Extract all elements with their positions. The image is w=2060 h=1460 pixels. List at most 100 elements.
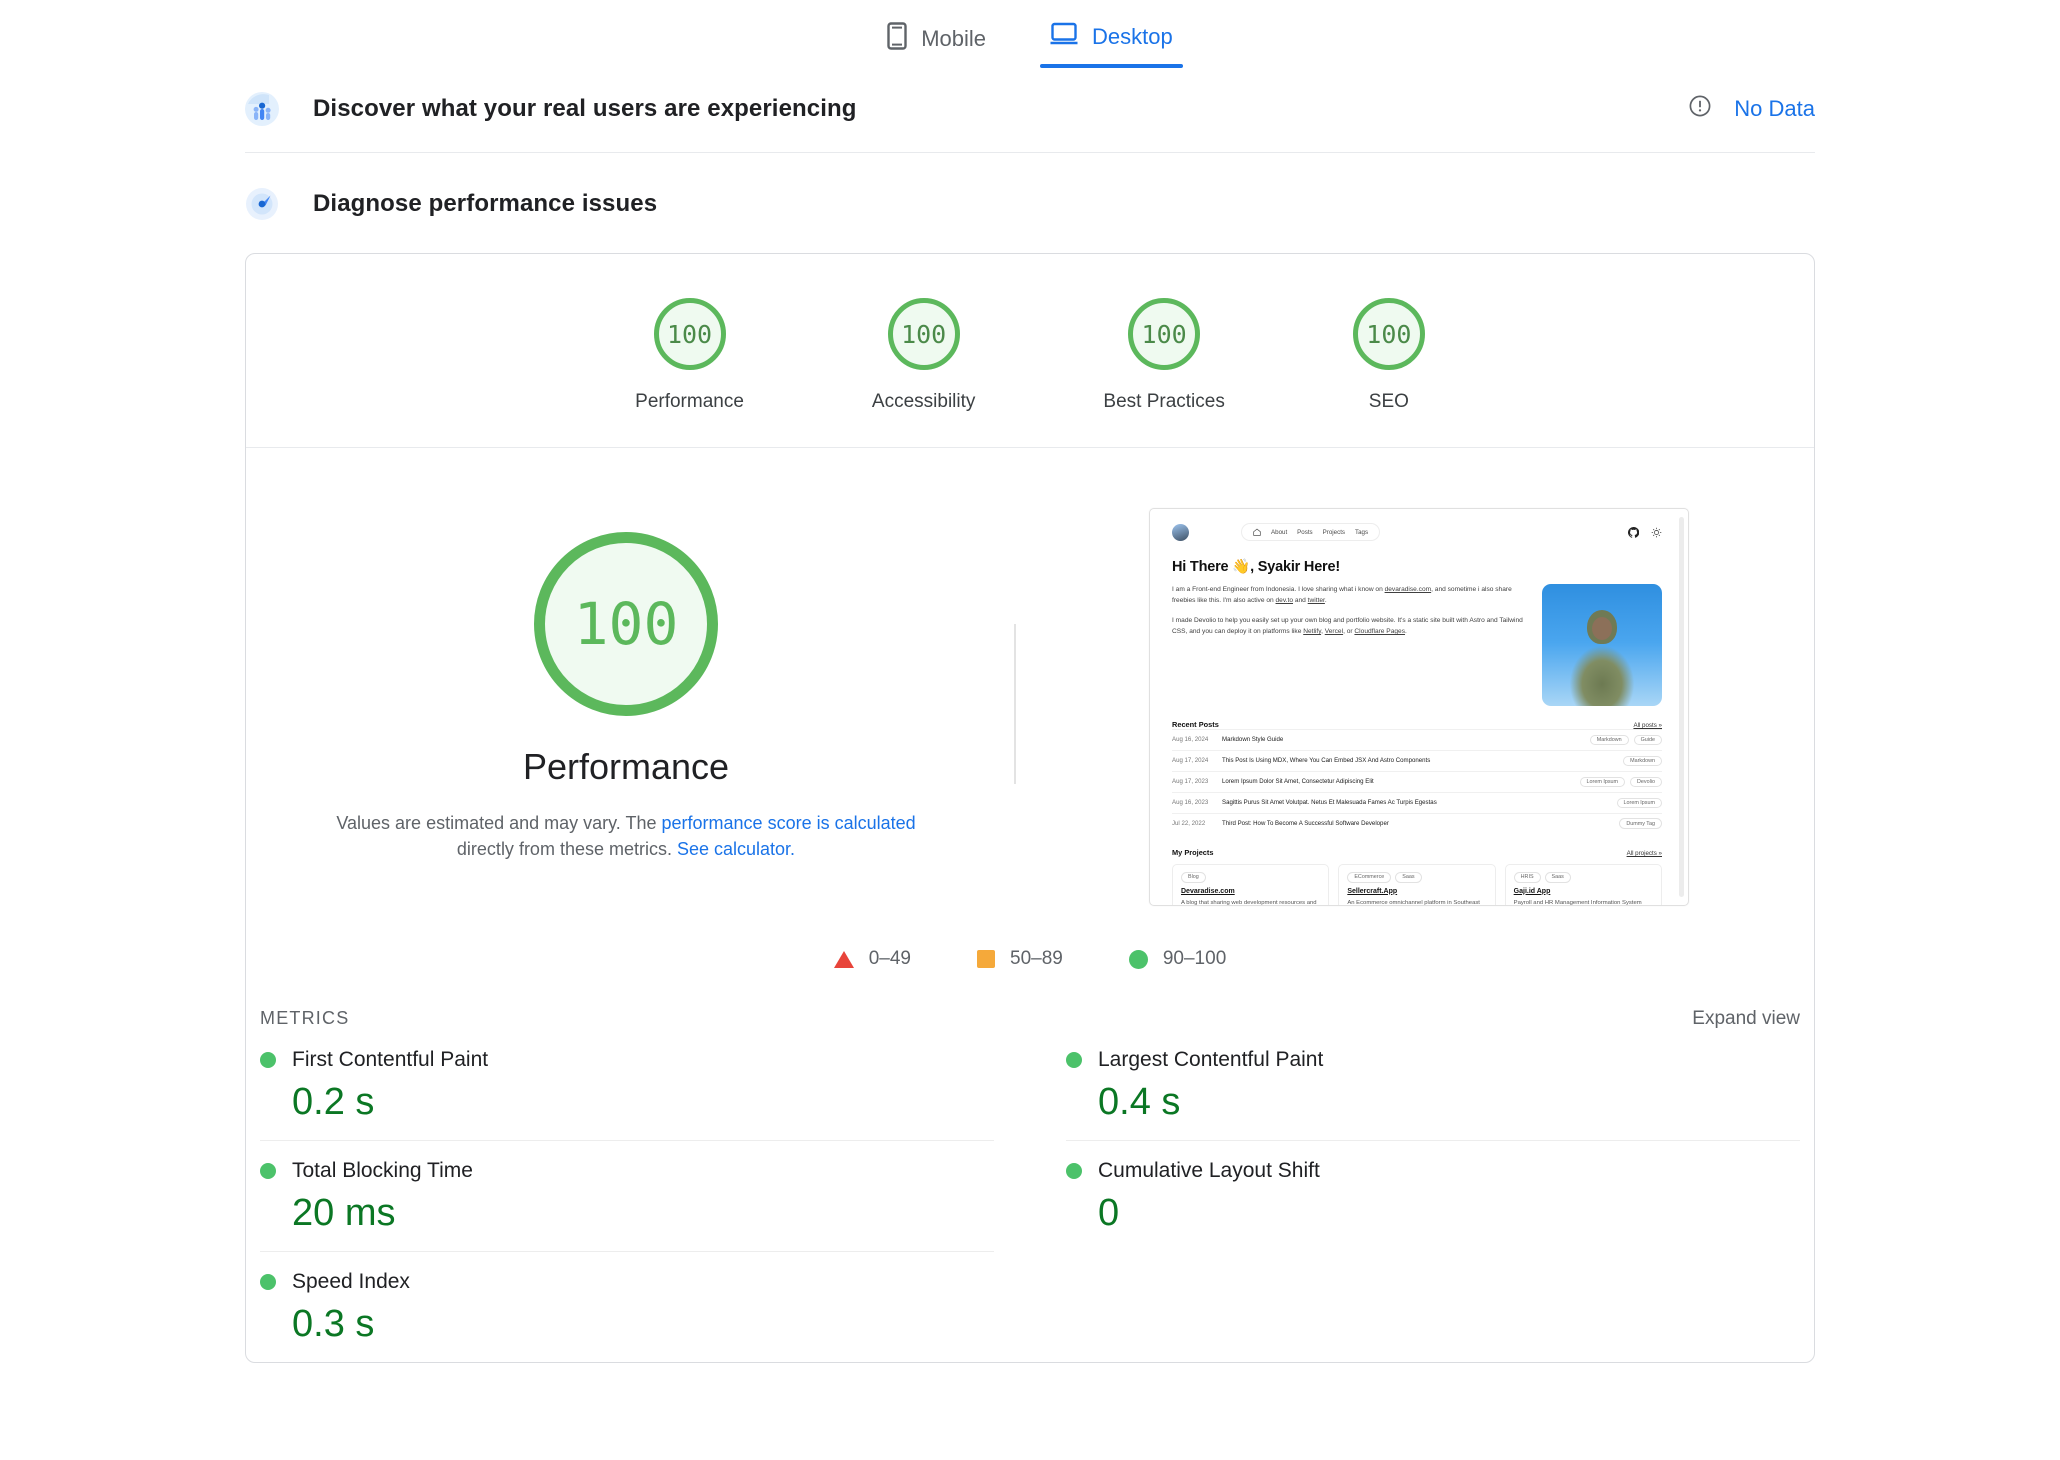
hero-divider — [1014, 624, 1016, 784]
metric-value: 0.3 s — [292, 1303, 375, 1345]
project-description: A blog that sharing web development reso… — [1181, 899, 1317, 906]
site-header-icons — [1628, 526, 1662, 538]
metric-first-contentful-paint[interactable]: First Contentful Paint 0.2 s — [260, 1030, 994, 1140]
post-row: Aug 16, 2024 Markdown Style Guide Markdo… — [1172, 729, 1662, 750]
metric-label: Cumulative Layout Shift — [1098, 1159, 1320, 1182]
post-date: Aug 17, 2024 — [1172, 757, 1209, 765]
see-calculator-link[interactable]: See calculator. — [677, 839, 795, 859]
note-text-1: Values are estimated and may vary. The — [336, 813, 662, 833]
post-title: Sagittis Purus Sit Amet Volutpat. Netus … — [1222, 799, 1437, 807]
theme-toggle-icon — [1651, 527, 1662, 538]
category-score-seo[interactable]: 100 SEO — [1352, 298, 1425, 413]
projects-header: My Projects All projects » — [1172, 848, 1662, 857]
metrics-header: METRICS Expand view — [246, 984, 1814, 1030]
devto-link: dev.to — [1275, 597, 1293, 605]
post-tag: Markdown — [1589, 734, 1629, 746]
triangle-icon — [833, 950, 854, 968]
score-ring: 100 — [1128, 298, 1201, 370]
no-data-status[interactable]: No Data — [1688, 94, 1815, 124]
p1-text-a: I am a Front-end Engineer from Indonesia… — [1172, 586, 1385, 593]
metrics-column-left: First Contentful Paint 0.2 s Total Block… — [260, 1030, 1030, 1362]
metric-total-blocking-time[interactable]: Total Blocking Time 20 ms — [260, 1140, 994, 1251]
lab-data-section: Diagnose performance issues — [245, 153, 1815, 239]
project-card: ECommerce Saas Sellercraft.App An Ecomme… — [1338, 863, 1496, 905]
circle-icon — [1128, 949, 1148, 969]
project-tags: ECommerce Saas — [1347, 871, 1486, 883]
metric-name-row: First Contentful Paint — [260, 1048, 994, 1072]
legend-item-pass: 90–100 — [1128, 948, 1227, 970]
all-projects-link: All projects » — [1626, 849, 1662, 857]
site-profile-photo — [1542, 584, 1662, 706]
metric-speed-index[interactable]: Speed Index 0.3 s — [260, 1251, 994, 1362]
performance-score-link[interactable]: performance score is calculated — [662, 813, 916, 833]
metric-name-row: Total Blocking Time — [260, 1159, 994, 1183]
project-name: Gaji.id App — [1513, 887, 1551, 895]
score-label: Performance — [635, 391, 744, 412]
site-heading: Hi There 👋, Syakir Here! — [1172, 559, 1340, 575]
site-intro: I am a Front-end Engineer from Indonesia… — [1172, 584, 1662, 706]
mobile-icon — [887, 22, 907, 56]
category-score-best-practices[interactable]: 100 Best Practices — [1103, 298, 1225, 413]
metric-name-row: Speed Index — [260, 1270, 994, 1294]
site-header: About Posts Projects Tags — [1172, 523, 1662, 541]
performance-title: Performance — [522, 746, 730, 787]
performance-note: Values are estimated and may vary. The p… — [306, 810, 946, 862]
post-title: Third Post: How To Become A Successful S… — [1222, 820, 1389, 828]
tab-desktop[interactable]: Desktop — [1040, 16, 1183, 68]
tab-desktop-label: Desktop — [1092, 24, 1173, 49]
project-tag: Blog — [1181, 871, 1206, 883]
project-tag: ECommerce — [1347, 871, 1392, 883]
all-posts-link: All posts » — [1633, 722, 1662, 729]
netlify-link: Netlify — [1303, 627, 1322, 635]
score-legend: 0–49 50–89 90–100 — [246, 948, 1814, 976]
tab-mobile-label: Mobile — [921, 26, 987, 51]
project-tags: HRIS Saas — [1513, 871, 1653, 883]
post-title: Markdown Style Guide — [1222, 736, 1284, 744]
post-row: Aug 17, 2024 This Post Is Using MDX, Whe… — [1172, 749, 1662, 771]
post-tags: Markdown Guide — [1589, 734, 1662, 746]
score-label: Accessibility — [871, 391, 976, 412]
project-tags: Blog — [1181, 871, 1320, 883]
metric-value: 0.2 s — [292, 1081, 375, 1123]
metrics-grid: First Contentful Paint 0.2 s Total Block… — [246, 1030, 1814, 1362]
lighthouse-report-card: 100 Performance 100 Accessibility 100 Be… — [245, 253, 1815, 1363]
post-date: Aug 17, 2023 — [1172, 778, 1209, 786]
metric-label: First Contentful Paint — [292, 1048, 489, 1071]
category-score-accessibility[interactable]: 100 Accessibility — [872, 298, 975, 413]
post-tag: Lorem Ipsum — [1616, 797, 1662, 809]
post-tags: Lorem Ipsum Devolio — [1579, 776, 1662, 788]
github-icon — [1628, 526, 1639, 538]
metric-cumulative-layout-shift[interactable]: Cumulative Layout Shift 0 — [1066, 1140, 1800, 1251]
post-row: Aug 17, 2023 Lorem Ipsum Dolor Sit Amet,… — [1172, 770, 1662, 792]
expand-view-button[interactable]: Expand view — [1692, 1008, 1800, 1030]
metric-value: 20 ms — [292, 1192, 396, 1234]
desktop-icon — [1050, 22, 1078, 52]
metric-label: Speed Index — [292, 1270, 410, 1293]
legend-range: 0–49 — [868, 948, 912, 969]
metric-name-row: Cumulative Layout Shift — [1066, 1159, 1800, 1183]
metric-name-row: Largest Contentful Paint — [1066, 1048, 1800, 1072]
project-description: Payroll and HR Management Information Sy… — [1513, 899, 1642, 906]
score-label: Best Practices — [1103, 391, 1225, 412]
no-data-label: No Data — [1734, 96, 1815, 121]
square-icon — [977, 950, 996, 968]
score-ring: 100 — [653, 298, 726, 370]
cloudflare-pages-link: Cloudflare Pages — [1354, 627, 1406, 635]
category-score-performance[interactable]: 100 Performance — [635, 298, 744, 413]
category-scores: 100 Performance 100 Accessibility 100 Be… — [246, 254, 1814, 448]
post-title: Lorem Ipsum Dolor Sit Amet, Consectetur … — [1222, 778, 1374, 786]
status-dot-pass-icon — [260, 1163, 276, 1179]
tab-mobile[interactable]: Mobile — [877, 16, 996, 72]
post-date: Aug 16, 2024 — [1172, 736, 1209, 744]
metric-largest-contentful-paint[interactable]: Largest Contentful Paint 0.4 s — [1066, 1030, 1800, 1140]
home-icon — [1253, 528, 1261, 536]
site-nav-item-projects: Projects — [1322, 528, 1346, 536]
post-tags: Markdown — [1623, 755, 1662, 767]
legend-item-fail: 0–49 — [833, 948, 912, 970]
post-row: Jul 22, 2022 Third Post: How To Become A… — [1172, 812, 1662, 834]
legend-range: 90–100 — [1162, 948, 1227, 969]
note-text-2: directly from these metrics. — [456, 839, 677, 860]
project-tag: Saas — [1395, 871, 1422, 883]
recent-posts-list: Aug 16, 2024 Markdown Style Guide Markdo… — [1172, 729, 1662, 834]
metrics-title: METRICS — [260, 1008, 350, 1028]
